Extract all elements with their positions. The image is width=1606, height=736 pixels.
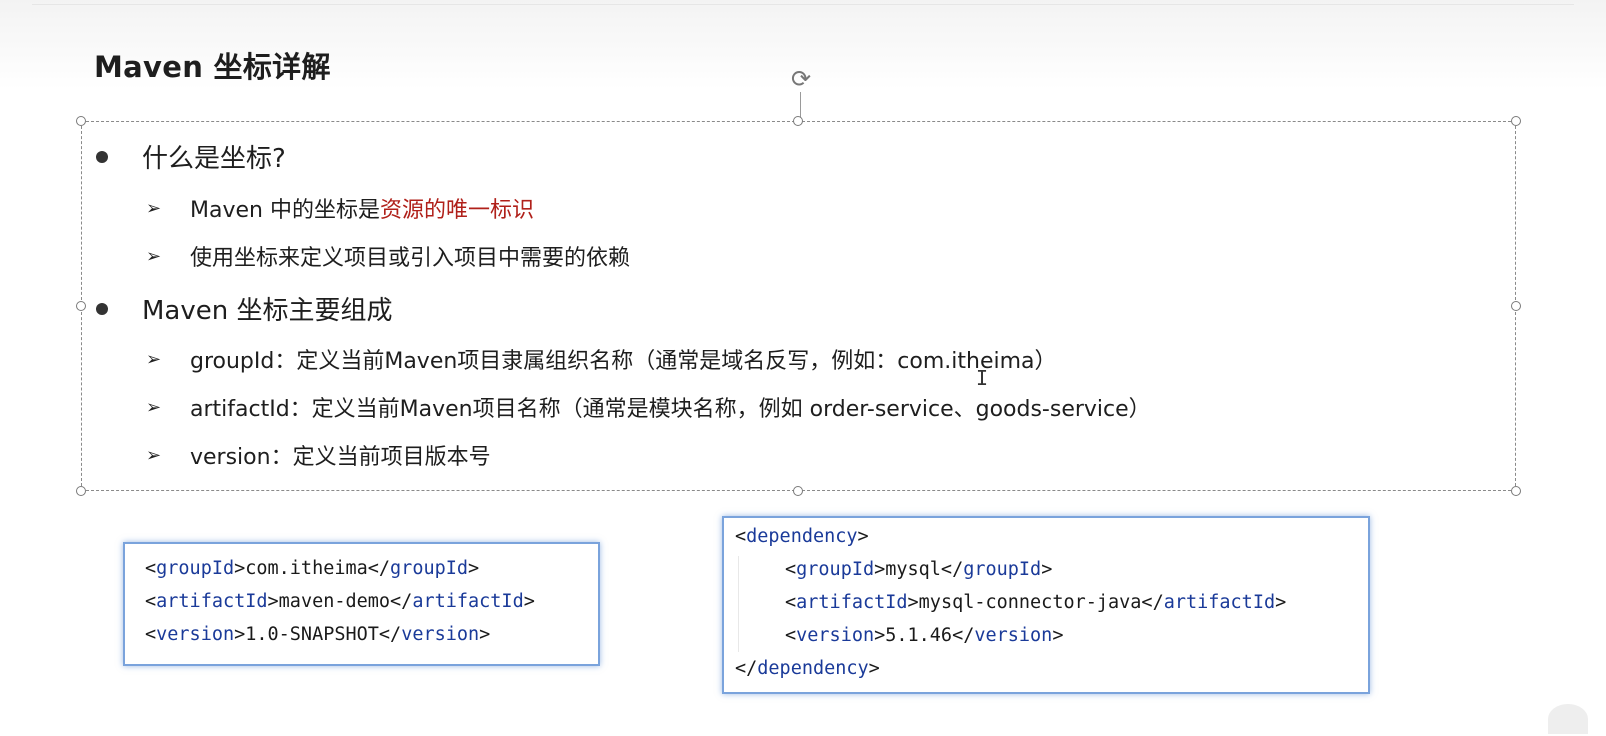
sub-item-text: version：定义当前项目版本号 xyxy=(190,445,491,470)
resize-handle-top-right[interactable] xyxy=(1511,116,1521,126)
rotate-handle-icon[interactable]: ⟳ xyxy=(786,64,816,94)
slide-canvas: Maven 坐标详解 ⟳ 什么是坐标? ➢ Maven 中的坐标是 资源的唯一标识… xyxy=(0,0,1606,736)
code-line: <groupId>com.itheima</groupId> xyxy=(145,558,480,579)
arrow-bullet-icon: ➢ xyxy=(146,396,162,418)
resize-handle-bottom-right[interactable] xyxy=(1511,486,1521,496)
code-line: <version>5.1.46</version> xyxy=(785,625,1064,646)
corner-watermark-icon xyxy=(1548,704,1588,734)
indent-guide xyxy=(738,556,739,652)
filled-circle-bullet-icon xyxy=(96,302,108,315)
arrow-bullet-icon: ➢ xyxy=(146,444,162,466)
resize-handle-top-center[interactable] xyxy=(793,116,803,126)
resize-handle-middle-left[interactable] xyxy=(76,301,86,311)
code-snippet-coordinates[interactable]: <groupId>com.itheima</groupId> <artifact… xyxy=(123,542,600,666)
code-line: <groupId>mysql</groupId> xyxy=(785,559,1053,580)
sub-item-groupid: ➢ groupId：定义当前Maven项目隶属组织名称（通常是域名反写，例如：c… xyxy=(146,343,1057,375)
section-heading-coordinate-components: Maven 坐标主要组成 xyxy=(96,290,393,327)
resize-handle-bottom-center[interactable] xyxy=(793,486,803,496)
text-cursor-icon: I xyxy=(976,366,989,390)
arrow-bullet-icon: ➢ xyxy=(146,245,162,267)
sub-item-artifactid: ➢ artifactId：定义当前Maven项目名称（通常是模块名称，例如 or… xyxy=(146,391,1151,423)
section-heading-text: 什么是坐标? xyxy=(142,144,286,174)
code-line: <artifactId>maven-demo</artifactId> xyxy=(145,591,535,612)
code-line: <version>1.0-SNAPSHOT</version> xyxy=(145,624,491,645)
sub-item-version: ➢ version：定义当前项目版本号 xyxy=(146,439,491,471)
resize-handle-bottom-left[interactable] xyxy=(76,486,86,496)
sub-item-highlight: 资源的唯一标识 xyxy=(379,198,534,223)
arrow-bullet-icon: ➢ xyxy=(146,197,162,219)
filled-circle-bullet-icon xyxy=(96,150,108,163)
sub-item-unique-identifier: ➢ Maven 中的坐标是 资源的唯一标识 xyxy=(146,192,534,224)
code-line: <dependency> xyxy=(735,526,869,547)
sub-item-text: artifactId：定义当前Maven项目名称（通常是模块名称，例如 orde… xyxy=(190,397,1151,422)
sub-item-text: groupId：定义当前Maven项目隶属组织名称（通常是域名反写，例如：com… xyxy=(190,349,1057,374)
code-snippet-dependency[interactable]: <dependency> <groupId>mysql</groupId> <a… xyxy=(722,516,1370,694)
code-line: </dependency> xyxy=(735,658,880,679)
sub-item-text: 使用坐标来定义项目或引入项目中需要的依赖 xyxy=(190,246,631,271)
resize-handle-top-left[interactable] xyxy=(76,116,86,126)
code-line: <artifactId>mysql-connector-java</artifa… xyxy=(785,592,1287,613)
sub-item-define-dependencies: ➢ 使用坐标来定义项目或引入项目中需要的依赖 xyxy=(146,240,630,272)
resize-handle-middle-right[interactable] xyxy=(1511,301,1521,311)
sub-item-prefix: Maven 中的坐标是 xyxy=(190,198,380,223)
section-heading-what-is-coordinate: 什么是坐标? xyxy=(96,138,286,175)
arrow-bullet-icon: ➢ xyxy=(146,348,162,370)
slide-title[interactable]: Maven 坐标详解 xyxy=(94,44,331,86)
section-heading-text: Maven 坐标主要组成 xyxy=(142,296,393,326)
slide-top-border xyxy=(32,4,1574,5)
